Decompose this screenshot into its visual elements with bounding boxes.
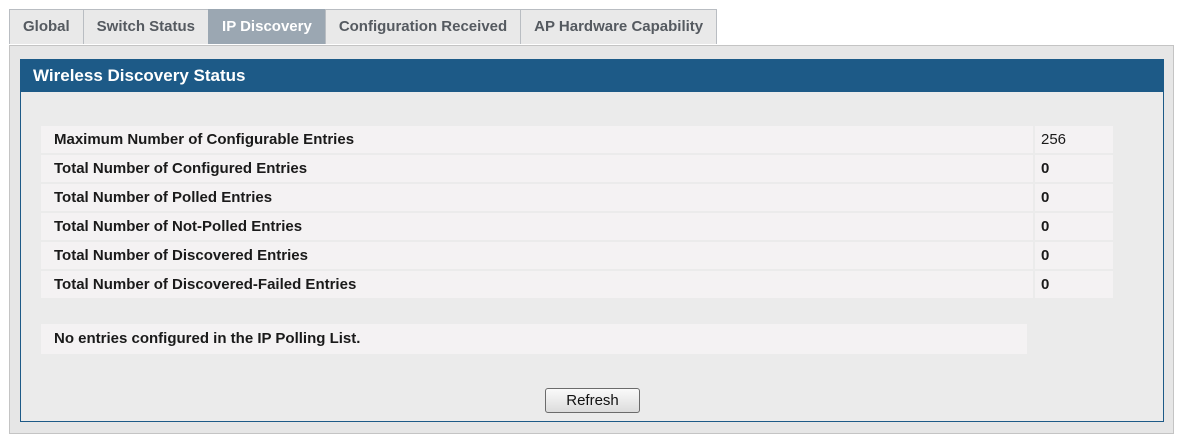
row-value: 0: [1033, 213, 1113, 240]
refresh-button[interactable]: Refresh: [545, 388, 640, 413]
row-value: 256: [1033, 126, 1113, 153]
table-row: Total Number of Discovered Entries 0: [41, 242, 1113, 269]
status-table: Maximum Number of Configurable Entries 2…: [41, 124, 1113, 300]
tab-switch-status[interactable]: Switch Status: [82, 9, 210, 44]
row-label: Total Number of Configured Entries: [41, 155, 1033, 182]
row-label: Total Number of Polled Entries: [41, 184, 1033, 211]
tab-ip-discovery[interactable]: IP Discovery: [208, 9, 326, 44]
wireless-discovery-status-panel: Wireless Discovery Status Maximum Number…: [20, 59, 1164, 422]
row-label: Total Number of Not-Polled Entries: [41, 213, 1033, 240]
polling-list-message: No entries configured in the IP Polling …: [41, 324, 1027, 354]
table-row: Total Number of Configured Entries 0: [41, 155, 1113, 182]
row-value: 0: [1033, 242, 1113, 269]
row-value: 0: [1033, 271, 1113, 298]
row-value: 0: [1033, 184, 1113, 211]
row-value: 0: [1033, 155, 1113, 182]
tab-bar: Global Switch Status IP Discovery Config…: [9, 9, 718, 45]
panel-title: Wireless Discovery Status: [21, 60, 1163, 92]
table-row: Total Number of Not-Polled Entries 0: [41, 213, 1113, 240]
row-label: Maximum Number of Configurable Entries: [41, 126, 1033, 153]
table-row: Total Number of Polled Entries 0: [41, 184, 1113, 211]
tab-configuration-received[interactable]: Configuration Received: [324, 9, 522, 44]
tab-ap-hardware-capability[interactable]: AP Hardware Capability: [520, 9, 718, 44]
row-label: Total Number of Discovered Entries: [41, 242, 1033, 269]
row-label: Total Number of Discovered-Failed Entrie…: [41, 271, 1033, 298]
tab-global[interactable]: Global: [9, 9, 84, 44]
table-row: Total Number of Discovered-Failed Entrie…: [41, 271, 1113, 298]
table-row: Maximum Number of Configurable Entries 2…: [41, 126, 1113, 153]
